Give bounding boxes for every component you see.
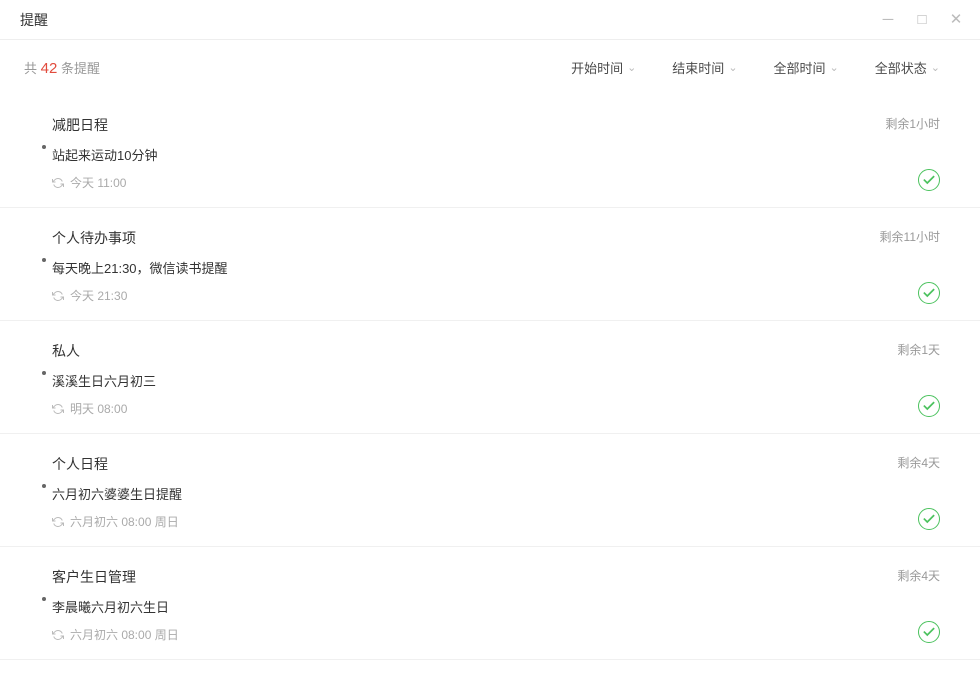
complete-button[interactable]: [918, 395, 940, 417]
item-time-text: 今天 11:00: [70, 174, 126, 191]
item-content: 站起来运动10分钟: [52, 145, 885, 164]
item-remaining: 剩余4天: [897, 454, 940, 471]
item-time: 今天 11:00: [52, 174, 885, 191]
close-button[interactable]: ✕: [948, 12, 964, 27]
repeat-icon: [52, 290, 64, 302]
bullet-icon: [42, 371, 46, 375]
item-remaining: 剩余11小时: [880, 228, 940, 245]
item-right: 剩余1天: [897, 341, 940, 417]
item-time-text: 明天 08:00: [70, 400, 127, 417]
item-time: 今天 21:30: [52, 287, 880, 304]
window-controls: ─ □ ✕: [880, 12, 964, 27]
chevron-down-icon: ⌄: [627, 61, 636, 74]
item-title: 个人待办事项: [52, 228, 880, 248]
complete-button[interactable]: [918, 508, 940, 530]
repeat-icon: [52, 629, 64, 641]
summary-prefix: 共: [24, 61, 37, 76]
item-right: 剩余4天: [897, 567, 940, 643]
minimize-button[interactable]: ─: [880, 12, 896, 27]
bullet-icon: [42, 258, 46, 262]
bullet-icon: [42, 484, 46, 488]
filter-label: 全部状态: [875, 58, 927, 77]
reminder-item[interactable]: 客户生日管理 李晨曦六月初六生日 六月初六 08:00 周日 剩余4天: [0, 547, 980, 660]
complete-button[interactable]: [918, 621, 940, 643]
filter-all-status[interactable]: 全部状态 ⌄: [875, 58, 940, 77]
item-right: 剩余4天: [897, 454, 940, 530]
summary-row: 共 42 条提醒 开始时间 ⌄ 结束时间 ⌄ 全部时间 ⌄ 全部状态 ⌄: [0, 40, 980, 95]
item-content: 溪溪生日六月初三: [52, 371, 897, 390]
item-right: 剩余1小时: [885, 115, 940, 191]
item-main: 个人待办事项 每天晚上21:30，微信读书提醒 今天 21:30: [52, 228, 880, 304]
filter-label: 开始时间: [571, 58, 623, 77]
repeat-icon: [52, 403, 64, 415]
reminder-item[interactable]: 个人待办事项 每天晚上21:30，微信读书提醒 今天 21:30 剩余11小时: [0, 208, 980, 321]
item-content: 六月初六婆婆生日提醒: [52, 484, 897, 503]
maximize-button[interactable]: □: [914, 12, 930, 27]
reminder-item[interactable]: 私人 溪溪生日六月初三 明天 08:00 剩余1天: [0, 321, 980, 434]
item-title: 私人: [52, 341, 897, 361]
item-time-text: 六月初六 08:00 周日: [70, 626, 179, 643]
item-remaining: 剩余4天: [897, 567, 940, 584]
filter-all-time[interactable]: 全部时间 ⌄: [774, 58, 839, 77]
item-main: 客户生日管理 李晨曦六月初六生日 六月初六 08:00 周日: [52, 567, 897, 643]
reminder-list: 减肥日程 站起来运动10分钟 今天 11:00 剩余1小时 个人待办事项 每天晚…: [0, 95, 980, 660]
item-time-text: 六月初六 08:00 周日: [70, 513, 179, 530]
item-content: 每天晚上21:30，微信读书提醒: [52, 258, 880, 277]
filter-label: 结束时间: [672, 58, 724, 77]
chevron-down-icon: ⌄: [728, 61, 737, 74]
item-title: 客户生日管理: [52, 567, 897, 587]
bullet-icon: [42, 145, 46, 149]
item-title: 个人日程: [52, 454, 897, 474]
item-title: 减肥日程: [52, 115, 885, 135]
item-time: 六月初六 08:00 周日: [52, 626, 897, 643]
complete-button[interactable]: [918, 282, 940, 304]
item-remaining: 剩余1小时: [885, 115, 940, 132]
item-content: 李晨曦六月初六生日: [52, 597, 897, 616]
item-time: 六月初六 08:00 周日: [52, 513, 897, 530]
reminder-item[interactable]: 减肥日程 站起来运动10分钟 今天 11:00 剩余1小时: [0, 95, 980, 208]
filter-label: 全部时间: [774, 58, 826, 77]
filter-end-time[interactable]: 结束时间 ⌄: [672, 58, 737, 77]
item-time: 明天 08:00: [52, 400, 897, 417]
repeat-icon: [52, 516, 64, 528]
summary-suffix: 条提醒: [61, 61, 100, 76]
item-right: 剩余11小时: [880, 228, 940, 304]
filter-bar: 开始时间 ⌄ 结束时间 ⌄ 全部时间 ⌄ 全部状态 ⌄: [571, 58, 940, 77]
item-main: 个人日程 六月初六婆婆生日提醒 六月初六 08:00 周日: [52, 454, 897, 530]
chevron-down-icon: ⌄: [830, 61, 839, 74]
item-main: 减肥日程 站起来运动10分钟 今天 11:00: [52, 115, 885, 191]
item-remaining: 剩余1天: [897, 341, 940, 358]
titlebar: 提醒 ─ □ ✕: [0, 0, 980, 40]
bullet-icon: [42, 597, 46, 601]
item-main: 私人 溪溪生日六月初三 明天 08:00: [52, 341, 897, 417]
summary-count: 42: [41, 60, 58, 77]
filter-start-time[interactable]: 开始时间 ⌄: [571, 58, 636, 77]
complete-button[interactable]: [918, 169, 940, 191]
repeat-icon: [52, 177, 64, 189]
chevron-down-icon: ⌄: [931, 61, 940, 74]
item-time-text: 今天 21:30: [70, 287, 127, 304]
reminder-item[interactable]: 个人日程 六月初六婆婆生日提醒 六月初六 08:00 周日 剩余4天: [0, 434, 980, 547]
summary-text: 共 42 条提醒: [24, 58, 100, 77]
window-title: 提醒: [20, 10, 48, 30]
